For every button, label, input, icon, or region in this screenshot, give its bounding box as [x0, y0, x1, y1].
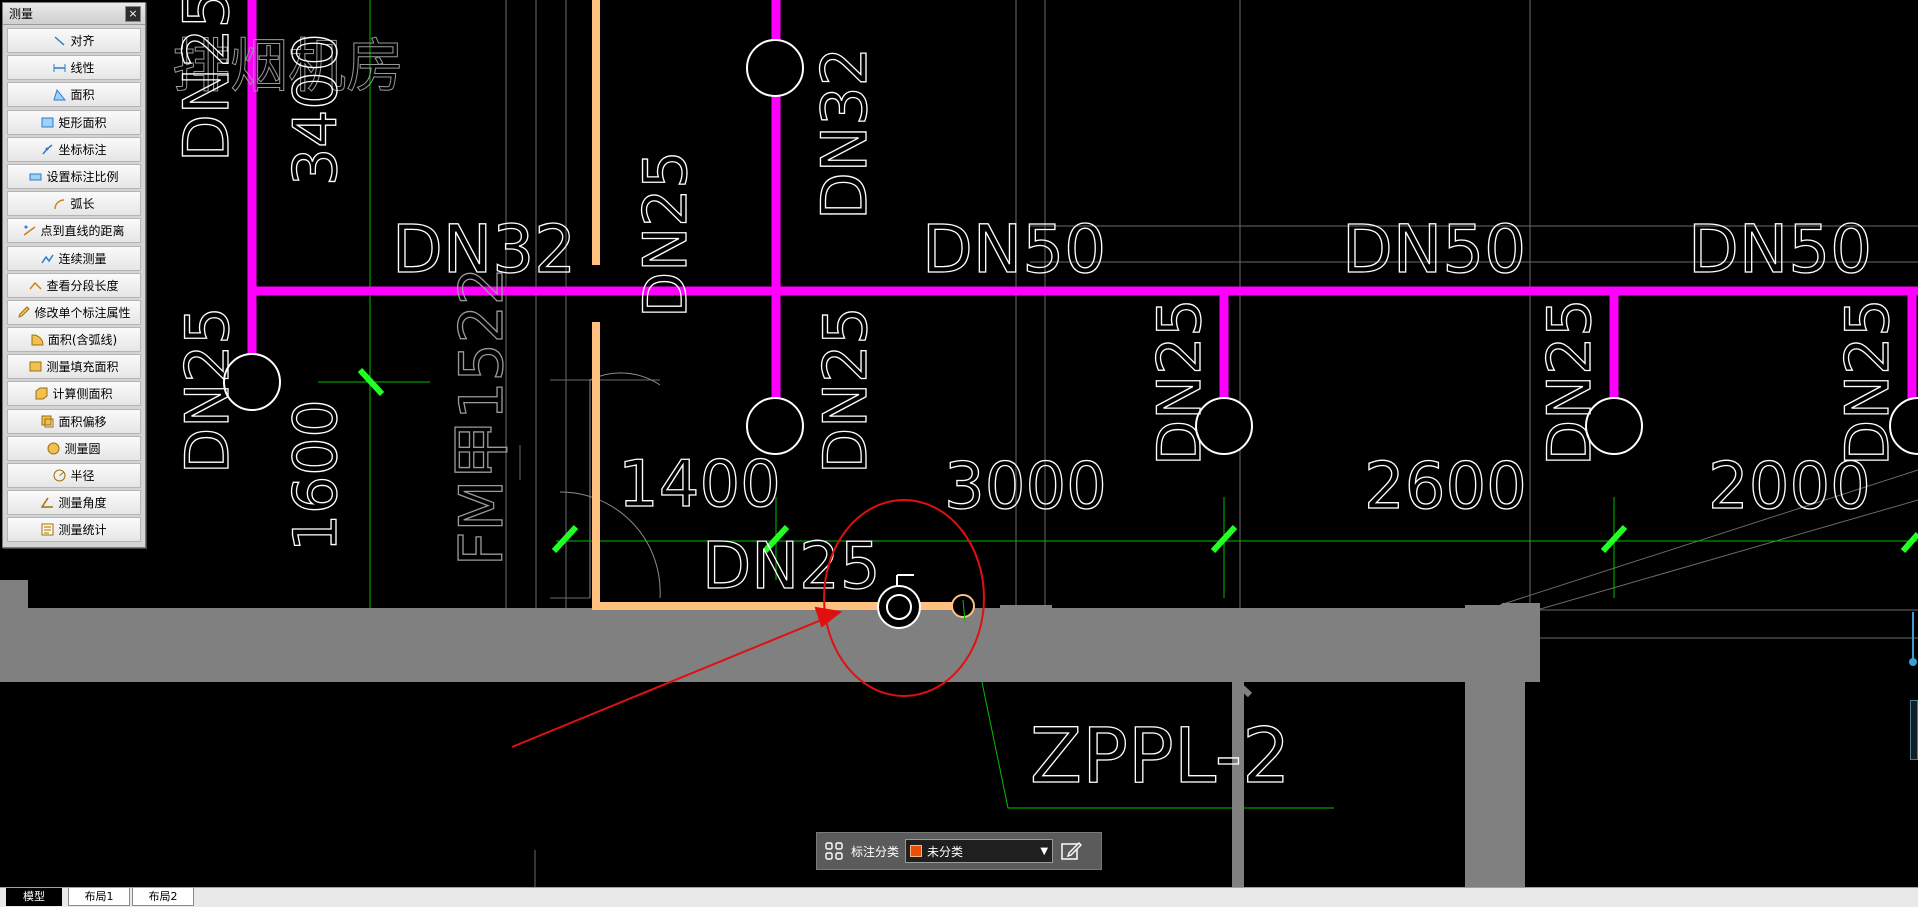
- tool-side-area-button[interactable]: 计算侧面积: [7, 381, 141, 407]
- annotation-category-label: 标注分类: [851, 844, 900, 859]
- measure-panel-title: 测量: [9, 7, 34, 21]
- layout-tab-bar: 模型 布局1 布局2: [0, 887, 1918, 907]
- pipe-label-dn25-h: DN25: [702, 530, 881, 604]
- linear-dimension-icon: [53, 64, 66, 73]
- statistics-icon: [41, 523, 54, 536]
- grid-icon[interactable]: [823, 840, 845, 862]
- arc-length-icon: [54, 199, 65, 210]
- tool-area-offset-button[interactable]: 面积偏移: [7, 408, 141, 434]
- walls: [0, 580, 1540, 887]
- tool-area-button[interactable]: 面积: [7, 82, 141, 108]
- zoom-slider[interactable]: [1908, 612, 1918, 668]
- arc-area-icon: [31, 334, 44, 346]
- dimension-1600: 1600: [281, 399, 351, 552]
- measure-panel-title-bar[interactable]: 测量 ×: [3, 3, 145, 25]
- dimension-3400: 3400: [281, 33, 351, 186]
- tool-segment-length-button[interactable]: 查看分段长度: [7, 272, 141, 298]
- tool-radius-button[interactable]: 半径: [7, 463, 141, 488]
- pipe-label-dn25-a: DN25: [170, 0, 243, 162]
- tab-layout2[interactable]: 布局2: [132, 888, 194, 906]
- area-icon: [53, 89, 67, 101]
- navigation-indicator[interactable]: [1910, 700, 1918, 760]
- tool-align-button[interactable]: 对齐: [7, 28, 141, 53]
- tool-angle-button[interactable]: 测量角度: [7, 490, 141, 516]
- dimension-3000: 3000: [944, 450, 1107, 524]
- tab-model[interactable]: 模型: [6, 888, 62, 906]
- tool-arc-length-button[interactable]: 弧长: [7, 191, 141, 217]
- tool-fill-area-button[interactable]: 测量填充面积: [7, 354, 141, 380]
- scale-icon: [29, 173, 42, 181]
- circle-icon: [47, 442, 60, 455]
- riser-label: ZPPL-2: [1030, 711, 1291, 800]
- pipe-label-dn25-d: DN25: [811, 307, 881, 474]
- dimension-2000: 2000: [1708, 450, 1871, 524]
- measure-tool-list: 对齐 线性 面积 矩形面积 坐标标注 设置标注比例 弧长 点到直线的距离 连续测…: [3, 25, 145, 548]
- tool-rect-area-button[interactable]: 矩形面积: [7, 109, 141, 135]
- tool-arc-area-button[interactable]: 面积(含弧线): [7, 327, 141, 353]
- chevron-down-icon: ▼: [1040, 845, 1049, 857]
- pipe-label-dn25-e: DN25: [1145, 299, 1215, 466]
- cad-application: 排烟机房 3400 DN25 DN32 DN32 DN25 DN50 DN50 …: [0, 0, 1918, 907]
- pipe-label-dn25-g: DN25: [1833, 299, 1903, 466]
- tool-continuous-measure-button[interactable]: 连续测量: [7, 245, 141, 271]
- align-dimension-icon: [54, 36, 65, 46]
- category-color-swatch: [910, 845, 923, 857]
- pipe-label-dn50-a: DN50: [922, 211, 1106, 288]
- pipe-label-dn25-b: DN25: [631, 151, 701, 318]
- side-area-icon: [35, 387, 48, 400]
- tool-circle-button[interactable]: 测量圆: [7, 435, 141, 461]
- annotation-category-value: 未分类: [927, 844, 964, 859]
- tool-point-line-distance-button[interactable]: 点到直线的距离: [7, 218, 141, 244]
- fill-area-icon: [29, 361, 42, 372]
- pipe-label-dn50-c: DN50: [1688, 211, 1872, 288]
- dimension-1400: 1400: [618, 448, 781, 522]
- tool-scale-button[interactable]: 设置标注比例: [7, 163, 141, 189]
- annotation-category-select[interactable]: 未分类 ▼: [905, 839, 1054, 863]
- edit-dimension-icon: [18, 306, 31, 318]
- coordinate-icon: [42, 144, 53, 155]
- tab-layout1[interactable]: 布局1: [68, 888, 130, 906]
- dimension-2600: 2600: [1364, 450, 1527, 524]
- door-label: FM甲1522: [447, 267, 517, 566]
- rect-area-icon: [41, 117, 54, 128]
- tool-statistics-button[interactable]: 测量统计: [7, 517, 141, 543]
- pipe-label-dn25-f: DN25: [1535, 299, 1605, 466]
- annotation-category-bar: 标注分类 未分类 ▼: [816, 832, 1102, 870]
- edit-icon[interactable]: [1059, 839, 1083, 863]
- tool-edit-dimension-button[interactable]: 修改单个标注属性: [7, 299, 141, 325]
- segment-length-icon: [29, 281, 43, 290]
- point-line-distance-icon: [24, 225, 36, 236]
- continuous-measure-icon: [41, 254, 55, 263]
- panel-close-button[interactable]: ×: [125, 5, 141, 22]
- tool-linear-button[interactable]: 线性: [7, 55, 141, 81]
- pipe-label-dn25-c: DN25: [173, 307, 243, 474]
- drawing-canvas[interactable]: 排烟机房 3400 DN25 DN32 DN32 DN25 DN50 DN50 …: [0, 0, 1918, 887]
- pipe-label-dn50-b: DN50: [1342, 211, 1526, 288]
- measure-panel: 测量 × 对齐 线性 面积 矩形面积 坐标标注 设置标注比例 弧长 点到直线的距…: [2, 2, 146, 548]
- tool-coordinate-button[interactable]: 坐标标注: [7, 136, 141, 162]
- area-offset-icon: [41, 415, 54, 428]
- pipe-label-dn32-b: DN32: [808, 47, 881, 220]
- angle-icon: [41, 497, 54, 508]
- radius-icon: [53, 469, 66, 482]
